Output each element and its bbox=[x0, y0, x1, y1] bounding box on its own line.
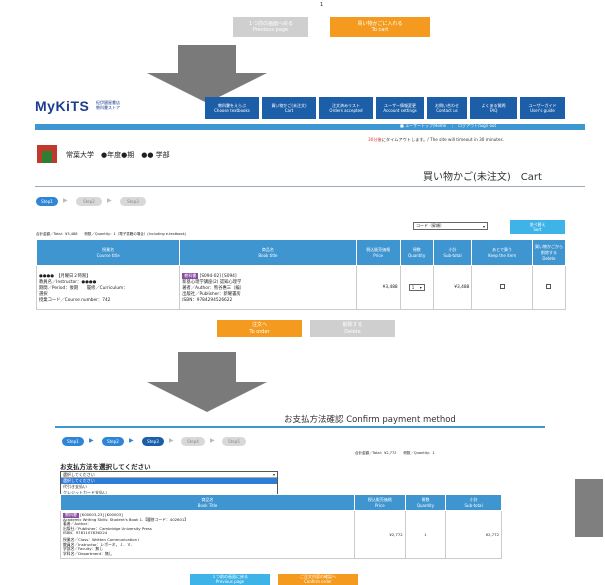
step-2: Step2 bbox=[76, 197, 102, 206]
home-icon: ■ bbox=[400, 123, 404, 128]
confirm-step-1: Step1 bbox=[62, 437, 84, 446]
delete-checkbox[interactable] bbox=[546, 284, 552, 289]
confirm-step-3: Step3 bbox=[142, 437, 164, 446]
site-logo: MyKiTS bbox=[35, 98, 90, 114]
confirm-previous-page-button[interactable]: １つ前の画面に戻る Previous page bbox=[190, 574, 270, 585]
nav-item-4[interactable]: お問い合わせ Contact us bbox=[427, 97, 467, 119]
confirm-step-5: Step5 bbox=[222, 437, 246, 446]
confirm-step-2: Step2 bbox=[102, 437, 124, 446]
nav-item-1[interactable]: 買い物かご(未注文) Cart bbox=[262, 97, 316, 119]
textbook-badge: 教科書 bbox=[182, 272, 199, 279]
header-links[interactable]: ■ ユーザートップ/Home ｜ ログアウト/Sign out bbox=[400, 123, 496, 129]
confirm-page-title: お支払方法確認 Confirm payment method bbox=[284, 415, 456, 425]
chevron-down-icon: ▾ bbox=[419, 285, 422, 290]
table-row: 教科書 [K00003-23] [K00003] Academic Writin… bbox=[60, 509, 502, 560]
step-arrow-icon: ▶ bbox=[169, 437, 174, 444]
confirm-step-4: Step4 bbox=[181, 437, 205, 446]
timeout-notice: 30分後にタイムアウトします。/ The site will timeout i… bbox=[368, 137, 505, 142]
table-header: 授業名 Course title 商品名 Book title 税込販売価格 Pric… bbox=[35, 239, 567, 266]
step-arrow-icon: ▶ bbox=[210, 437, 215, 444]
quantity-select[interactable]: 1 ▾ bbox=[408, 284, 425, 291]
previous-page-label-en: Previous page bbox=[252, 27, 289, 33]
payment-method-label: お支払方法を選択してください bbox=[60, 463, 151, 471]
nav-item-label-en: Contact us bbox=[436, 108, 458, 113]
cart-summary: 合計金額／Total：¥3,488 冊数／Quantity：1（電子書籍の場合）… bbox=[36, 232, 186, 236]
delete-button[interactable]: 削除する Delete bbox=[310, 320, 395, 337]
add-to-cart-label-en: To cart bbox=[371, 27, 389, 33]
nav-item-0[interactable]: 教科書をえらぶ Choose textbooks bbox=[205, 97, 259, 119]
page-number: 1 bbox=[320, 2, 324, 8]
table-row: ●●●● 【月曜日２時限】 教員名／Instructor：●●●● 期間／Peri… bbox=[35, 265, 567, 310]
header-bar bbox=[35, 124, 585, 130]
nav-item-2[interactable]: 注文済みリスト Orders accepted bbox=[319, 97, 373, 119]
price-cell: ¥3,488 bbox=[355, 265, 401, 310]
price-cell: ¥2,772 bbox=[354, 509, 406, 560]
side-gray-box bbox=[575, 479, 603, 537]
step-arrow-icon: ▶ bbox=[63, 197, 68, 204]
chevron-down-icon: ▾ bbox=[482, 223, 485, 229]
university-info: 常葉大学 ●年度●期 ●● 学部 bbox=[66, 151, 170, 159]
confirm-summary: 合計金額／Total：¥2,772 冊数／Quantity：1 bbox=[355, 451, 435, 455]
confirm-order-button[interactable]: ご注文内容の確認へ Confirm order bbox=[278, 574, 358, 585]
chevron-down-icon: ▾ bbox=[272, 472, 275, 477]
book-cell: 教科書 [K00003-23] [K00003] Academic Writin… bbox=[60, 509, 355, 560]
step-arrow-icon: ▶ bbox=[107, 197, 112, 204]
book-cell: 教科書 [S094-02] [S094] 新基心理学講座(2) 認知心理学 著者／… bbox=[179, 265, 357, 310]
divider bbox=[55, 426, 545, 428]
subtotal-cell: ¥2,772 bbox=[445, 509, 502, 560]
logo-subtitle: 紀伊國屋書店 教科書ストア bbox=[96, 100, 120, 111]
nav-item-5[interactable]: よくある質問 FAQ bbox=[470, 97, 517, 119]
to-order-button[interactable]: 注文へ To order bbox=[217, 320, 302, 337]
nav-item-label-en: FAQ bbox=[489, 108, 498, 113]
step-arrow-icon: ▶ bbox=[89, 437, 94, 444]
nav-item-3[interactable]: ユーザー情報変更 Account settings bbox=[376, 97, 424, 119]
add-to-cart-button[interactable]: 買い物かごに入れる To cart bbox=[330, 17, 430, 37]
page-title: 買い物かご(未注文) Cart bbox=[423, 172, 542, 183]
nav-item-6[interactable]: ユーザーガイド User's guide bbox=[520, 97, 565, 119]
step-3: Step3 bbox=[120, 197, 146, 206]
confirm-table: 商品名 Book Title 税込販売価格 Price 冊数 Quantity 小計 S… bbox=[60, 494, 502, 560]
sort-button[interactable]: 並べ替え Sort bbox=[510, 220, 565, 234]
quantity-cell: 1 bbox=[404, 509, 447, 560]
nav-item-label-en: Orders accepted bbox=[329, 108, 363, 113]
cart-table: 授業名 Course title 商品名 Book title 税込販売価格 Pric… bbox=[35, 239, 567, 310]
step-arrow-icon: ▶ bbox=[129, 437, 134, 444]
previous-page-button[interactable]: １つ前の画面へ戻る Previous page bbox=[233, 17, 308, 37]
nav-item-label-en: Account settings bbox=[383, 108, 417, 113]
sort-select[interactable]: コード（昇順） ▾ bbox=[413, 222, 488, 230]
nav-item-label-en: Choose textbooks bbox=[214, 108, 250, 113]
step-1: Step1 bbox=[36, 197, 58, 206]
divider bbox=[35, 186, 585, 187]
subtotal-cell: ¥3,488 bbox=[432, 265, 473, 310]
table-header: 商品名 Book Title 税込販売価格 Price 冊数 Quantity 小計 S… bbox=[60, 494, 502, 511]
university-logo-inner bbox=[42, 151, 52, 163]
course-cell: ●●●● 【月曜日２時限】 教員名／Instructor：●●●● 期間／Peri… bbox=[35, 265, 181, 310]
nav-item-label-en: User's guide bbox=[530, 108, 555, 113]
nav-item-label-en: Cart bbox=[284, 108, 294, 113]
keep-item-checkbox[interactable] bbox=[499, 284, 505, 289]
